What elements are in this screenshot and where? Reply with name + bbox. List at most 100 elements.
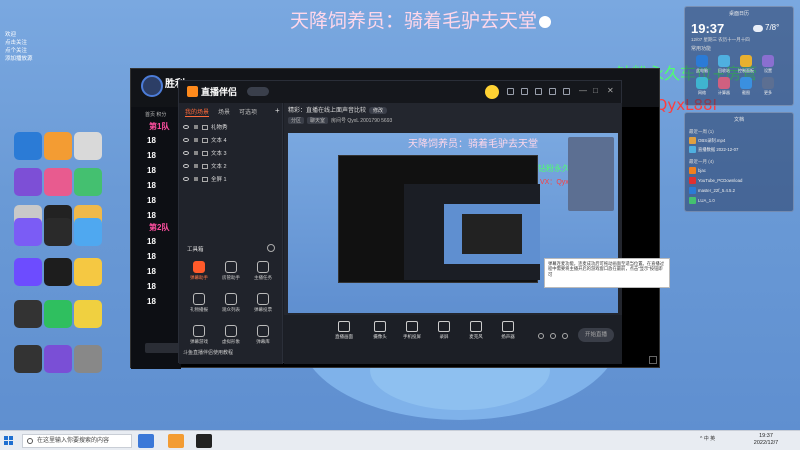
file-icon: [689, 137, 696, 144]
menu-icon[interactable]: [563, 88, 570, 95]
tab-options[interactable]: 可选项: [239, 110, 257, 116]
file-label: 直播数据 2022-12-07: [698, 147, 739, 152]
live-companion-window[interactable]: 直播伴侣 — □ ✕ 我的场景 场景 可选项 + 礼物秀文本 4 文本 3 文本 2 全屏…: [178, 80, 622, 364]
shortcut-item[interactable]: 截图: [735, 77, 757, 96]
edit-topic-button[interactable]: 修改: [369, 107, 388, 114]
scene-layer-item[interactable]: 全屏 1: [183, 175, 279, 186]
shortcut-item[interactable]: 计算器: [713, 77, 735, 96]
settings-icon[interactable]: [549, 88, 556, 95]
preview-title: 天降饲养员：骑着毛驴去天堂: [408, 139, 538, 150]
category-tag[interactable]: 分区: [288, 117, 305, 124]
settings-icon[interactable]: [550, 333, 556, 339]
desktop-icon[interactable]: [66, 218, 110, 248]
eye-icon[interactable]: [183, 151, 189, 155]
app-icon: [74, 300, 102, 328]
system-tray[interactable]: ^ 中 英: [700, 435, 715, 442]
desktop-icon[interactable]: [66, 132, 110, 162]
eye-icon[interactable]: [183, 138, 189, 142]
start-live-button[interactable]: 开始直播: [578, 328, 614, 342]
shortcut-item[interactable]: 更多: [757, 77, 779, 96]
widget-date: 12/07 星期三 农历十一月十四: [691, 37, 750, 42]
tool-item[interactable]: 弹幕库: [249, 325, 277, 345]
eye-icon[interactable]: [183, 177, 189, 181]
file-icon: [689, 177, 696, 184]
control-icon: [338, 321, 350, 332]
file-item[interactable]: LUA_1.0: [689, 197, 791, 204]
scene-layer-item[interactable]: 礼物秀: [183, 123, 279, 134]
stream-control-button[interactable]: 摄像头: [368, 321, 392, 340]
add-scene-button[interactable]: +: [275, 106, 280, 115]
file-item[interactable]: YouTube_PCDownload: [689, 177, 791, 184]
tool-item[interactable]: 弹幕投票: [249, 293, 277, 313]
shirt-icon[interactable]: [521, 88, 528, 95]
tutorial-link[interactable]: 斗鱼直播伴侣使用教程: [183, 349, 233, 356]
tool-item[interactable]: 礼物播报: [185, 293, 213, 313]
expand-icon[interactable]: [649, 356, 657, 364]
tool-item[interactable]: 弹幕助手: [185, 261, 213, 281]
shortcut-item[interactable]: 设置: [757, 55, 779, 74]
stream-control-button[interactable]: 录屏: [432, 321, 456, 340]
shortcut-item[interactable]: 网络: [691, 77, 713, 96]
desktop-icon[interactable]: [66, 168, 110, 198]
note-line: 点击关注: [5, 40, 28, 46]
volume-icon[interactable]: [562, 333, 568, 339]
tool-item[interactable]: 房管助手: [217, 261, 245, 281]
stream-control-button[interactable]: 直播画面: [332, 321, 356, 340]
tool-icon: [193, 325, 205, 337]
shortcut-icon: [762, 55, 774, 67]
layer-label: 全屏 1: [211, 177, 227, 183]
close-button[interactable]: ✕: [607, 86, 614, 96]
stream-control-button[interactable]: 手机投屏: [400, 321, 424, 340]
version-badge[interactable]: [247, 87, 269, 96]
tool-item[interactable]: 弹幕游戏: [185, 325, 213, 345]
room-tag[interactable]: 聊天室: [307, 117, 329, 124]
tab-my-scene[interactable]: 我的场景: [185, 110, 210, 117]
file-item[interactable]: 直播数据 2022-12-07: [689, 146, 791, 153]
mail-icon[interactable]: [535, 88, 542, 95]
shortcut-item[interactable]: 控制面板: [735, 55, 757, 74]
edge-app[interactable]: [138, 434, 154, 448]
scene-layer-item[interactable]: 文本 4: [183, 136, 279, 147]
game-app[interactable]: [196, 434, 212, 448]
taskbar-search[interactable]: 在这里输入你要搜索的内容: [22, 434, 132, 448]
lock-icon[interactable]: [194, 164, 198, 168]
score-more-button[interactable]: [145, 343, 181, 353]
calendar-widget: 桌面日历 19:37 12/07 星期三 农历十一月十四 7/8° 常用功能 此…: [684, 6, 794, 106]
windows-start-icon[interactable]: [4, 436, 14, 446]
desktop-icon[interactable]: [66, 258, 110, 288]
stream-control-button[interactable]: 麦克风: [464, 321, 488, 340]
maximize-button[interactable]: □: [593, 86, 598, 96]
app-logo-icon: [187, 86, 198, 97]
shortcut-item[interactable]: 回收站: [713, 55, 735, 74]
tool-item[interactable]: 主播任务: [249, 261, 277, 281]
desktop-icon[interactable]: [66, 300, 110, 330]
lock-icon[interactable]: [194, 151, 198, 155]
tool-item[interactable]: 观众列表: [217, 293, 245, 313]
file-item[interactable]: OBS录制.mp4: [689, 137, 791, 144]
tool-item[interactable]: 虚拟形象: [217, 325, 245, 345]
minimize-button[interactable]: —: [579, 86, 587, 96]
topic-text[interactable]: 直播在线上面声音比较: [306, 108, 366, 114]
scene-layer-item[interactable]: 文本 2: [183, 162, 279, 173]
taskbar-clock[interactable]: 19:37 2022/12/7: [748, 433, 784, 447]
file-item[interactable]: master_22f_5.4.5.2: [689, 187, 791, 194]
eye-icon[interactable]: [183, 125, 189, 129]
desktop-icon[interactable]: [66, 345, 110, 375]
visibility-icon[interactable]: [538, 333, 544, 339]
lock-icon[interactable]: [194, 138, 198, 142]
stream-control-button[interactable]: 扬声器: [496, 321, 520, 340]
score-tabs[interactable]: 首页 积分: [145, 111, 166, 118]
scene-layer-item[interactable]: 文本 3: [183, 149, 279, 160]
live-app[interactable]: [168, 434, 184, 448]
file-item[interactable]: bjac: [689, 167, 791, 174]
lock-icon[interactable]: [194, 177, 198, 181]
toolbox-more-icon[interactable]: [267, 244, 275, 252]
eye-icon[interactable]: [183, 164, 189, 168]
tab-scene[interactable]: 场景: [218, 110, 230, 116]
preview-nested-window: [404, 184, 540, 280]
avatar[interactable]: [485, 85, 499, 99]
lock-icon[interactable]: [194, 125, 198, 129]
app-brand: 直播伴侣: [187, 85, 237, 98]
shortcut-item[interactable]: 此电脑: [691, 55, 713, 74]
message-icon[interactable]: [507, 88, 514, 95]
